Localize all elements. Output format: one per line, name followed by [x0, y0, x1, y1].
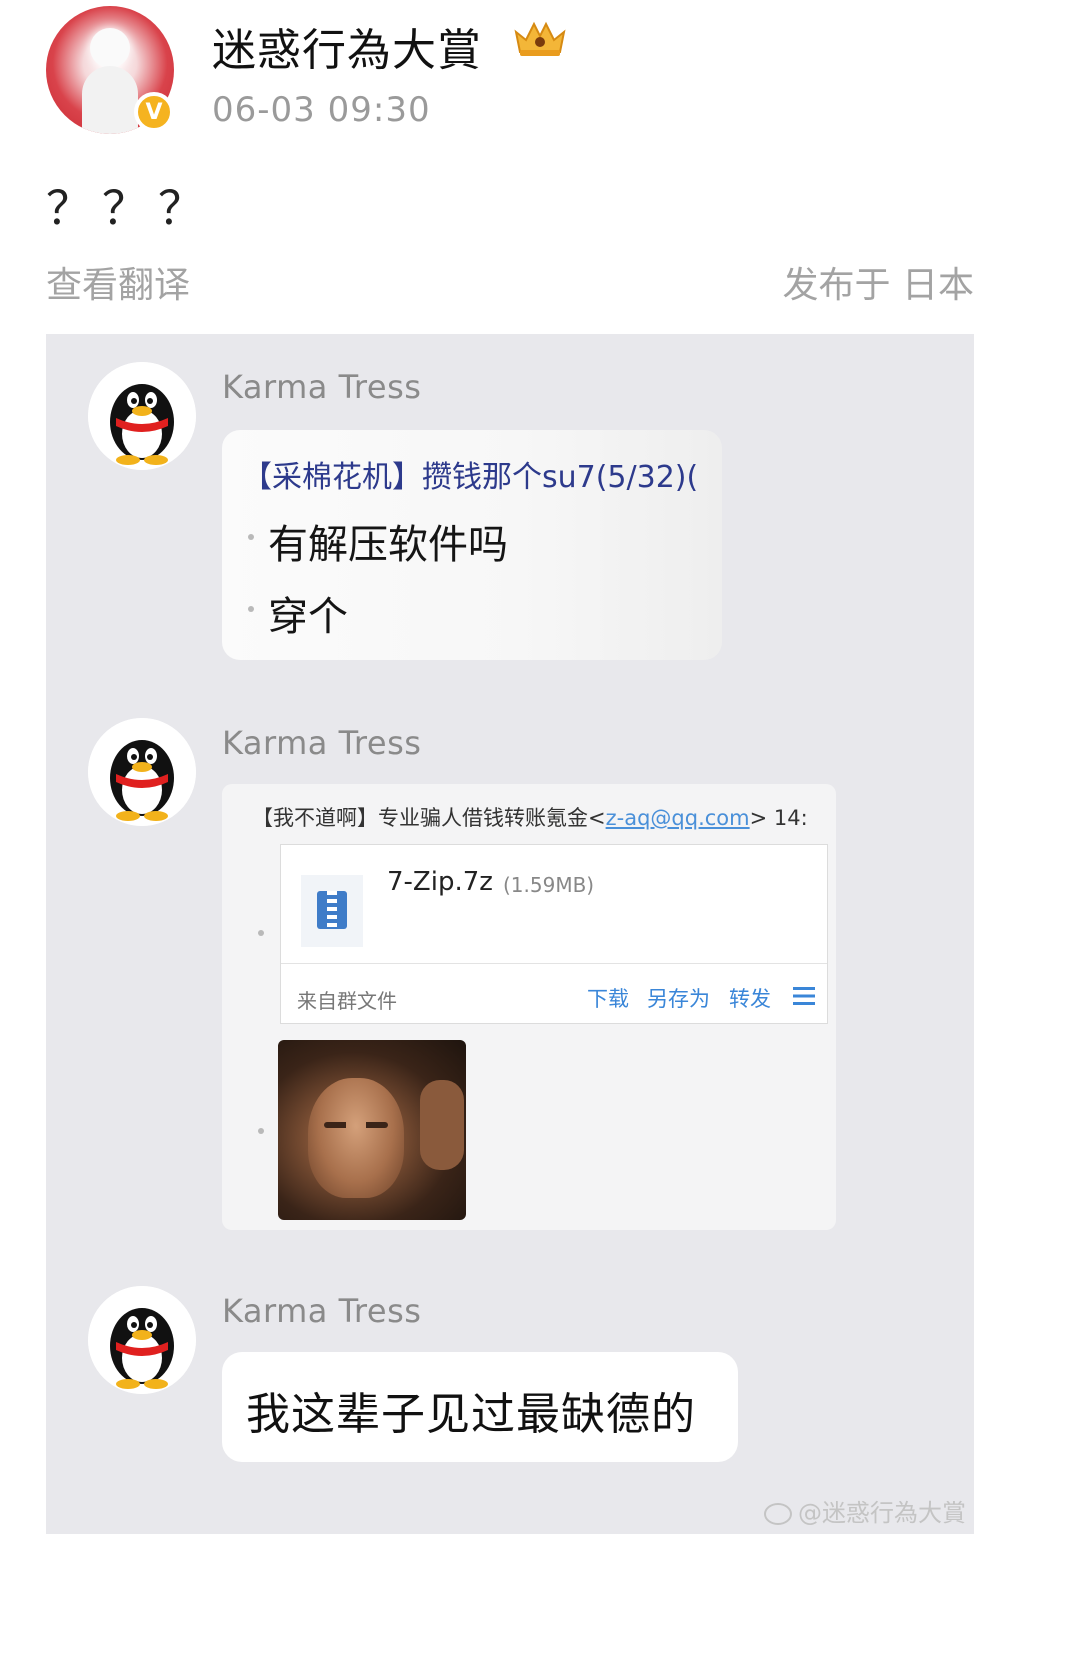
- translate-link[interactable]: 查看翻译: [46, 256, 190, 308]
- message-bubble[interactable]: 【我不道啊】专业骗人借钱转账氪金<z-aq@qq.com> 14: 7-Zip.…: [222, 784, 836, 1230]
- file-size: (1.59MB): [503, 873, 595, 897]
- post-location: 发布于 日本: [782, 265, 974, 306]
- qq-penguin-icon: [88, 362, 196, 470]
- weibo-icon: [764, 1503, 792, 1525]
- watermark-text: @迷惑行為大賞: [798, 1499, 966, 1527]
- save-as-button[interactable]: 另存为: [647, 983, 710, 1013]
- bullet: [248, 534, 254, 540]
- zip-file-icon: [301, 875, 363, 947]
- chat-screenshot[interactable]: Karma Tress 【采棉花机】攒钱那个su7(5/32)( 有解压软件吗 …: [46, 334, 974, 1534]
- divider: [281, 963, 827, 964]
- file-card[interactable]: 7-Zip.7z (1.59MB) 来自群文件 下载 另存为 转发: [280, 844, 828, 1024]
- meme-image[interactable]: [278, 1040, 466, 1220]
- message-bubble[interactable]: 我这辈子见过最缺德的: [222, 1352, 738, 1462]
- sender-name: Karma Tress: [222, 724, 422, 762]
- bullet: [258, 930, 264, 936]
- reference-group: 【我不道啊】专业骗人借钱转账氪金<: [252, 806, 606, 830]
- crown-icon: [514, 21, 566, 56]
- reference-email-link[interactable]: z-aq@qq.com: [606, 806, 750, 830]
- qq-penguin-icon: [88, 718, 196, 826]
- username[interactable]: 迷惑行為大賞: [212, 14, 482, 78]
- download-button[interactable]: 下载: [587, 983, 629, 1013]
- file-name[interactable]: 7-Zip.7z: [387, 867, 493, 897]
- message-text: 我这辈子见过最缺德的: [246, 1389, 696, 1440]
- avatar-figure-body: [82, 66, 138, 134]
- menu-icon[interactable]: [793, 987, 815, 1005]
- reply-reference: 【我不道啊】专业骗人借钱转账氪金<z-aq@qq.com> 14:: [252, 802, 808, 832]
- watermark: @迷惑行為大賞: [764, 1493, 966, 1528]
- sender-name: Karma Tress: [222, 368, 422, 406]
- bullet: [248, 606, 254, 612]
- message-line: 穿个: [268, 594, 348, 640]
- sender-name: Karma Tress: [222, 1292, 422, 1330]
- message-line: 有解压软件吗: [268, 522, 508, 568]
- avatar-figure-head: [90, 28, 130, 68]
- reply-reference: 【采棉花机】攒钱那个su7(5/32)(: [242, 460, 699, 495]
- qq-penguin-icon: [88, 1286, 196, 1394]
- post-text: ？？？: [46, 181, 214, 235]
- verified-badge-icon: V: [134, 92, 174, 132]
- bullet: [258, 1128, 264, 1134]
- message-bubble[interactable]: 【采棉花机】攒钱那个su7(5/32)( 有解压软件吗 穿个: [222, 430, 722, 660]
- forward-button[interactable]: 转发: [729, 983, 771, 1013]
- reference-time: > 14:: [749, 806, 808, 830]
- file-source: 来自群文件: [297, 989, 397, 1013]
- post-timestamp: 06-03 09:30: [212, 90, 431, 130]
